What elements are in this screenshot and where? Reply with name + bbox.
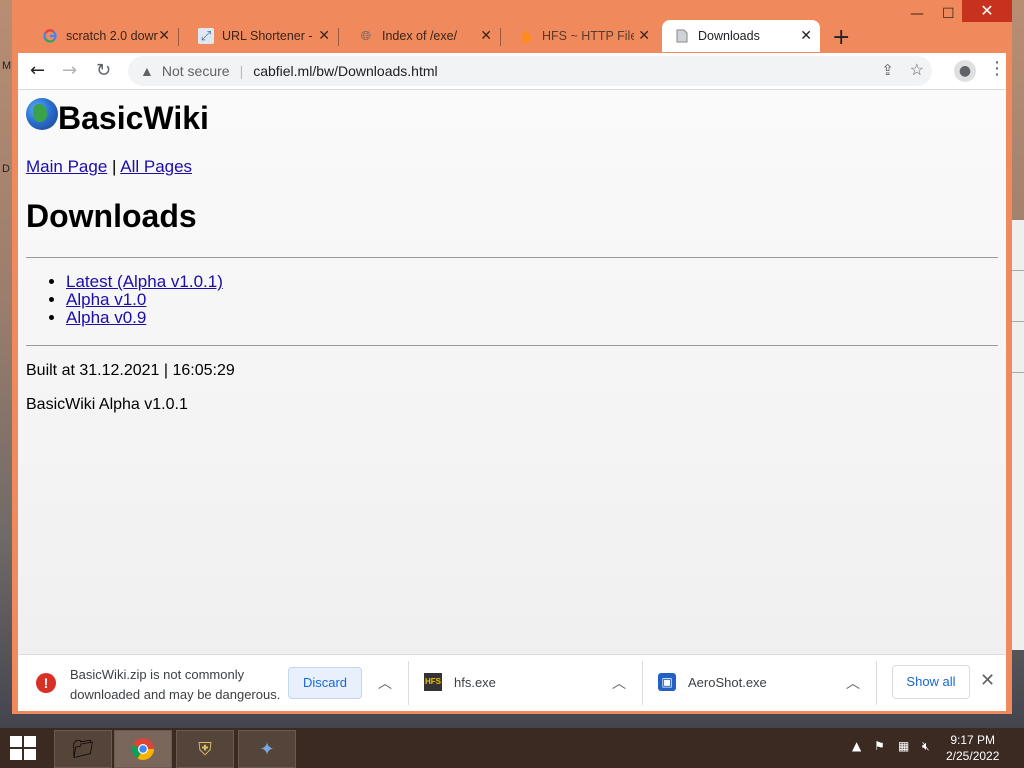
clock-date: 2/25/2022 bbox=[946, 749, 1000, 763]
bookmark-star-icon[interactable]: ☆ bbox=[910, 60, 924, 80]
desktop-text-fragment: D bbox=[2, 163, 10, 175]
desktop-text-fragment: M bbox=[2, 60, 12, 72]
warning-line: BasicWiki.zip is not commonly bbox=[70, 667, 245, 682]
version-text: BasicWiki Alpha v1.0.1 bbox=[26, 396, 188, 413]
site-title: BasicWiki bbox=[58, 100, 209, 136]
forward-arrow-icon[interactable]: → bbox=[62, 60, 77, 81]
tray-overflow-icon[interactable]: ▲ bbox=[852, 739, 861, 753]
downloads-list: Latest (Alpha v1.0.1) Alpha v1.0 Alpha v… bbox=[26, 273, 223, 327]
show-all-button[interactable]: Show all bbox=[892, 665, 970, 699]
taskbar-clock[interactable]: 9:17 PM 2/25/2022 bbox=[946, 732, 999, 764]
tab-title: Downloads bbox=[698, 29, 760, 43]
build-timestamp: Built at 31.12.2021 | 16:05:29 bbox=[26, 362, 235, 379]
action-center-flag-icon[interactable]: ⚑ bbox=[874, 739, 885, 753]
windows-start-icon[interactable] bbox=[10, 736, 36, 760]
page-heading: Downloads bbox=[26, 198, 197, 234]
download-shelf: ! BasicWiki.zip is not commonly download… bbox=[18, 654, 1006, 711]
taskbar: 📁︎ ⛨ ✦ ▲ ⚑ ▦ 🔇︎ 9:17 PM 2/25/2022 bbox=[0, 728, 1024, 768]
divider bbox=[408, 661, 409, 705]
taskbar-app-icon[interactable]: ⛨ bbox=[176, 730, 234, 768]
tab-hfs[interactable]: HFS ~ HTTP File S ✕ bbox=[506, 20, 658, 52]
close-tab-icon[interactable]: ✕ bbox=[638, 27, 650, 44]
tab-strip: scratch 2.0 downl ✕ ⤢ URL Shortener - u … bbox=[12, 0, 1012, 54]
page-content: BasicWiki Main Page | All Pages Download… bbox=[18, 90, 1006, 654]
danger-icon: ! bbox=[36, 673, 56, 693]
list-item: Alpha v0.9 bbox=[66, 309, 223, 327]
tab-title: Index of /exe/ bbox=[382, 29, 458, 43]
menu-kebab-icon[interactable]: ⋮ bbox=[988, 58, 1006, 79]
download-link-v0-9[interactable]: Alpha v0.9 bbox=[66, 308, 146, 327]
divider bbox=[26, 345, 998, 346]
download-link-v1-0[interactable]: Alpha v1.0 bbox=[66, 290, 146, 309]
tab-separator bbox=[178, 28, 179, 46]
close-tab-icon[interactable]: ✕ bbox=[158, 27, 170, 44]
tab-url-shortener[interactable]: ⤢ URL Shortener - u ✕ bbox=[186, 20, 339, 52]
divider bbox=[876, 661, 877, 705]
divider bbox=[642, 661, 643, 705]
new-tab-button[interactable]: + bbox=[832, 25, 850, 50]
list-item: Latest (Alpha v1.0.1) bbox=[66, 273, 223, 291]
nav-separator: | bbox=[112, 157, 117, 176]
network-icon[interactable]: ▦ bbox=[898, 739, 909, 753]
link-icon: ⤢ bbox=[198, 28, 214, 44]
download-link-latest[interactable]: Latest (Alpha v1.0.1) bbox=[66, 272, 223, 291]
site-nav: Main Page | All Pages bbox=[26, 157, 192, 177]
close-tab-icon[interactable]: ✕ bbox=[800, 27, 812, 44]
divider bbox=[26, 257, 998, 258]
flame-icon bbox=[518, 28, 534, 44]
taskbar-chrome-icon[interactable] bbox=[114, 730, 172, 768]
url-text[interactable]: cabfiel.ml/bw/Downloads.html bbox=[253, 63, 437, 79]
clock-time: 9:17 PM bbox=[950, 733, 996, 747]
close-tab-icon[interactable]: ✕ bbox=[480, 27, 492, 44]
tab-index-exe[interactable]: 🌐︎ Index of /exe/ ✕ bbox=[346, 20, 501, 52]
maximize-button[interactable]: ☐ bbox=[942, 6, 955, 22]
minimize-button[interactable]: — bbox=[910, 6, 924, 22]
security-label[interactable]: Not secure bbox=[162, 63, 230, 79]
tab-title: URL Shortener - u bbox=[222, 29, 314, 43]
chevron-up-icon[interactable]: ︿ bbox=[378, 673, 392, 693]
close-icon[interactable]: ✕ bbox=[980, 670, 995, 691]
window-close-button[interactable]: ✕ bbox=[962, 0, 1012, 22]
aeroshot-icon: ▣ bbox=[658, 673, 676, 691]
danger-warning: BasicWiki.zip is not commonly downloaded… bbox=[70, 665, 285, 705]
share-icon[interactable]: ⇪ bbox=[881, 61, 894, 79]
main-page-link[interactable]: Main Page bbox=[26, 157, 107, 176]
profile-avatar-icon[interactable]: ● bbox=[954, 60, 976, 82]
taskbar-file-explorer-icon[interactable]: 📁︎ bbox=[54, 730, 112, 768]
page-icon bbox=[674, 28, 690, 44]
address-bar[interactable]: ▲ Not secure | cabfiel.ml/bw/Downloads.h… bbox=[128, 56, 932, 86]
all-pages-link[interactable]: All Pages bbox=[120, 157, 192, 176]
chevron-up-icon[interactable]: ︿ bbox=[846, 673, 860, 693]
tab-separator bbox=[338, 28, 339, 46]
tab-separator bbox=[500, 28, 501, 46]
globe-icon: 🌐︎ bbox=[360, 28, 372, 43]
browser-window: scratch 2.0 downl ✕ ⤢ URL Shortener - u … bbox=[12, 0, 1012, 714]
download-filename[interactable]: hfs.exe bbox=[454, 675, 496, 690]
browser-toolbar: ← → ↻ ▲ Not secure | cabfiel.ml/bw/Downl… bbox=[18, 53, 1006, 90]
warning-line: downloaded and may be dangerous. bbox=[70, 687, 281, 702]
close-tab-icon[interactable]: ✕ bbox=[318, 27, 330, 44]
tab-downloads[interactable]: Downloads ✕ bbox=[662, 20, 820, 52]
list-item: Alpha v1.0 bbox=[66, 291, 223, 309]
tab-scratch[interactable]: scratch 2.0 downl ✕ bbox=[30, 20, 179, 52]
divider: | bbox=[239, 63, 244, 79]
download-filename[interactable]: AeroShot.exe bbox=[688, 675, 767, 690]
google-icon bbox=[42, 28, 58, 44]
taskbar-app-icon[interactable]: ✦ bbox=[238, 730, 296, 768]
globe-logo-icon bbox=[26, 98, 58, 130]
volume-muted-icon[interactable]: 🔇︎ bbox=[922, 739, 930, 754]
chevron-up-icon[interactable]: ︿ bbox=[612, 673, 626, 693]
discard-button[interactable]: Discard bbox=[288, 667, 362, 699]
hfs-icon: HFS bbox=[424, 673, 442, 691]
tab-title: scratch 2.0 downl bbox=[66, 29, 158, 43]
tab-title: HFS ~ HTTP File S bbox=[542, 29, 634, 43]
warning-triangle-icon[interactable]: ▲ bbox=[140, 63, 154, 79]
reload-icon[interactable]: ↻ bbox=[96, 60, 111, 81]
back-arrow-icon[interactable]: ← bbox=[30, 60, 45, 81]
